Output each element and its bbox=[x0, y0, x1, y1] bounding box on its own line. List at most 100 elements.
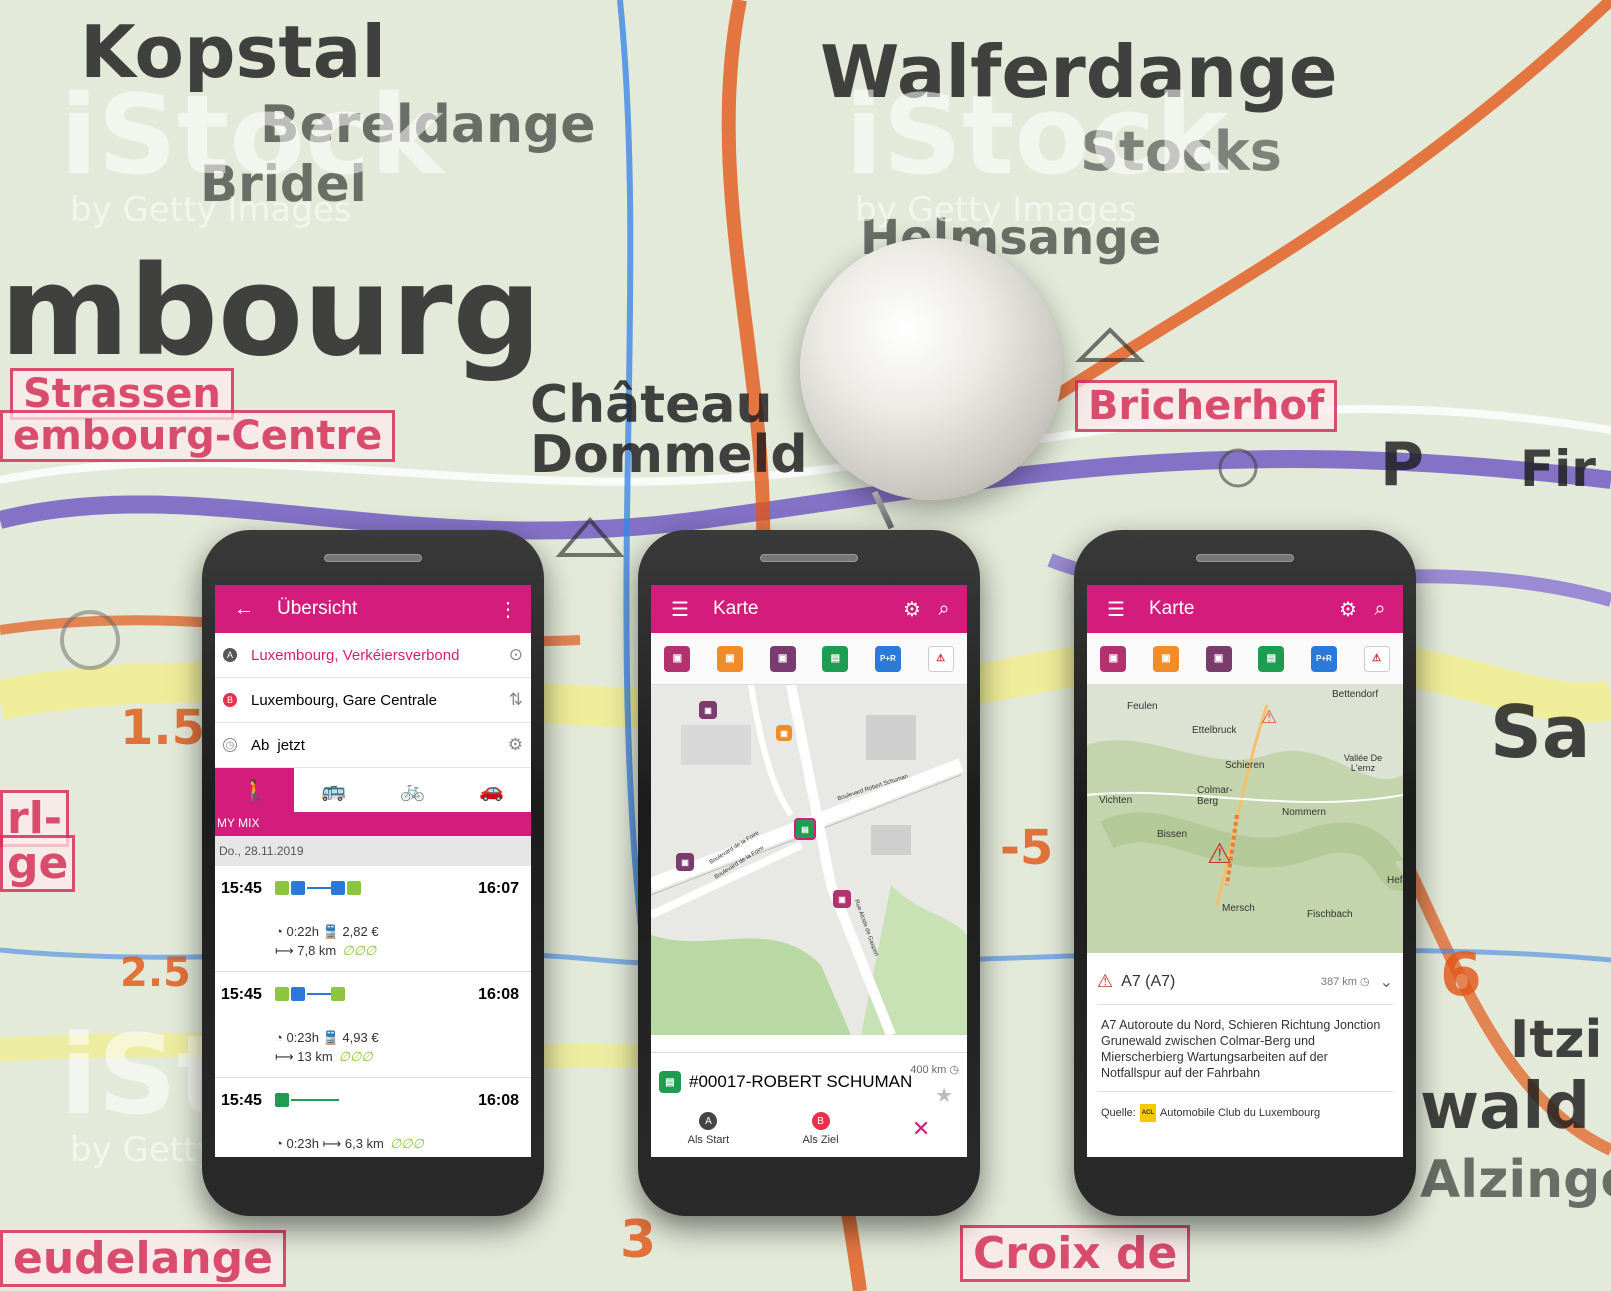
to-field[interactable]: B Luxembourg, Gare Centrale ⇅ bbox=[215, 678, 531, 723]
mix-label: MY MIX bbox=[215, 812, 531, 836]
walk-icon bbox=[347, 881, 361, 895]
from-value: Luxembourg, Verkéiersverbond bbox=[251, 646, 460, 664]
map-label-fin: Fir bbox=[1520, 440, 1596, 498]
trip-row[interactable]: 15:45 16:08 ◔ 0:23h 🚆 4,93 € ⟼ 13 km ∅∅∅ bbox=[215, 972, 531, 1078]
tab-car-icon[interactable]: 🚗 bbox=[452, 768, 531, 812]
acl-logo: ACL bbox=[1139, 1104, 1156, 1122]
tab-bike-icon[interactable]: 🚲 bbox=[373, 768, 452, 812]
roadwork-marker-icon[interactable]: ⚠ bbox=[1207, 837, 1232, 870]
app-bar: ← Übersicht ⋮ bbox=[215, 585, 531, 633]
map-label-leudelange: eudelange bbox=[0, 1230, 286, 1287]
more-vert-icon[interactable]: ⋮ bbox=[495, 597, 521, 622]
trip-arrival: 16:08 bbox=[478, 986, 519, 1003]
place-label: Fischbach bbox=[1307, 909, 1353, 920]
alert-description: A7 Autoroute du Nord, Schieren Richtung … bbox=[1097, 1005, 1393, 1092]
bus-filter-icon[interactable]: ▣ bbox=[1152, 645, 1179, 672]
trip-departure: 15:45 bbox=[221, 986, 262, 1003]
point-a-icon: A bbox=[699, 1112, 718, 1130]
map-view[interactable]: Feulen Ettelbruck Bettendorf Schieren Va… bbox=[1087, 685, 1403, 953]
from-field[interactable]: A Luxembourg, Verkéiersverbond ⊙ bbox=[215, 633, 531, 678]
map-label-mbourg: mbourg bbox=[0, 240, 542, 384]
place-label: Vallée De L'ernz bbox=[1343, 753, 1383, 773]
menu-icon[interactable]: ☰ bbox=[667, 597, 693, 622]
warning-icon: ⚠ bbox=[1097, 971, 1114, 991]
bike-share-filter-icon[interactable]: ▤ bbox=[1258, 645, 1285, 672]
bike-station-icon: ▤ bbox=[659, 1071, 681, 1093]
page-title: Übersicht bbox=[277, 598, 358, 619]
traffic-alert-panel: ⚠ A7 (A7) 387 km ◷ ⌄ A7 Autoroute du Nor… bbox=[1087, 953, 1403, 1144]
locate-icon[interactable]: ⊙ bbox=[509, 645, 523, 665]
park-ride-filter-icon[interactable]: P+R bbox=[1310, 645, 1337, 672]
phone-screen: ☰ Karte ⚙ ⌕ ▣ ▣ ▣ ▤ P+R ⚠ Feulen Ettelbr… bbox=[1087, 585, 1403, 1157]
trip-row[interactable]: 15:45 16:08 ◔ 0:23h ⟼ 6,3 km ∅∅∅ bbox=[215, 1078, 531, 1157]
tab-bus-icon[interactable]: 🚌 bbox=[294, 768, 373, 812]
page-title: Karte bbox=[713, 598, 759, 619]
trip-date: Do., 28.11.2019 bbox=[215, 836, 531, 866]
point-a-icon: A bbox=[223, 648, 237, 662]
roadwork-marker-icon[interactable]: ⚠ bbox=[1261, 707, 1277, 728]
set-start-button[interactable]: A Als Start bbox=[687, 1112, 730, 1146]
regional-bus-stop-icon[interactable]: ▣ bbox=[699, 701, 717, 719]
tab-walk-icon[interactable]: 🚶 bbox=[215, 768, 294, 812]
card-actions: A Als Start B Als Ziel ✕ bbox=[651, 1107, 967, 1151]
search-icon[interactable]: ⌕ bbox=[1367, 598, 1393, 621]
place-label: Vichten bbox=[1099, 795, 1133, 806]
bus-stop-icon[interactable]: ▣ bbox=[776, 725, 792, 741]
walk-icon bbox=[331, 987, 345, 1001]
set-end-button[interactable]: B Als Ziel bbox=[803, 1112, 839, 1146]
set-start-label: Als Start bbox=[687, 1134, 730, 1146]
map-number-5: -5 bbox=[1000, 820, 1054, 876]
source-prefix: Quelle: bbox=[1101, 1107, 1136, 1119]
trip-departure: 15:45 bbox=[221, 880, 262, 897]
clock-icon: ◷ bbox=[223, 738, 237, 752]
to-value: Luxembourg, Gare Centrale bbox=[251, 691, 437, 709]
tram-stop-icon[interactable]: ▣ bbox=[833, 890, 851, 908]
app-bar: ☰ Karte ⚙ ⌕ bbox=[1087, 585, 1403, 633]
map-label-bricherhof: Bricherhof bbox=[1075, 380, 1338, 432]
traffic-warning-filter-icon[interactable]: ⚠ bbox=[1363, 645, 1390, 672]
trip-row[interactable]: 15:45 16:07 ◔ 0:22h 🚆 2,82 € ⟼ 7,8 km ∅∅∅ bbox=[215, 866, 531, 972]
time-field[interactable]: ◷ Ab jetzt ⚙ bbox=[215, 723, 531, 768]
map-label-waldhof: wald bbox=[1420, 1070, 1591, 1144]
menu-icon[interactable]: ☰ bbox=[1103, 597, 1129, 622]
map-number-2-5: 2.5 bbox=[120, 950, 191, 996]
source-name: Automobile Club du Luxembourg bbox=[1159, 1107, 1321, 1119]
regional-bus-filter-icon[interactable]: ▣ bbox=[769, 645, 796, 672]
map-label-itzig: Itzi bbox=[1510, 1010, 1603, 1070]
place-label: Schieren bbox=[1225, 760, 1265, 771]
regional-bus-stop-icon[interactable]: ▣ bbox=[676, 853, 694, 871]
tram-filter-icon[interactable]: ▣ bbox=[1100, 645, 1127, 672]
trip-arrival: 16:07 bbox=[478, 880, 519, 897]
map-label-alzingen: Alzinge bbox=[1420, 1150, 1611, 1210]
arrow-left-icon[interactable]: ← bbox=[231, 598, 257, 621]
trip-segments bbox=[275, 987, 347, 1001]
selected-bike-station-icon[interactable]: ▤ bbox=[794, 818, 816, 840]
regional-bus-filter-icon[interactable]: ▣ bbox=[1205, 645, 1232, 672]
swap-icon[interactable]: ⇅ bbox=[509, 690, 523, 710]
gear-icon[interactable]: ⚙ bbox=[899, 597, 925, 622]
tram-filter-icon[interactable]: ▣ bbox=[664, 645, 691, 672]
watermark: iStockby Getty Images bbox=[845, 71, 1229, 230]
map-label-dommeldange: Dommeld bbox=[530, 425, 808, 485]
chevron-down-icon[interactable]: ⌄ bbox=[1380, 972, 1393, 992]
alert-header[interactable]: ⚠ A7 (A7) 387 km ◷ ⌄ bbox=[1097, 963, 1393, 1005]
phone-screen: ☰ Karte ⚙ ⌕ ▣ ▣ ▣ ▤ P+R ⚠ Boulevard Robe… bbox=[651, 585, 967, 1157]
search-icon[interactable]: ⌕ bbox=[931, 598, 957, 621]
park-ride-filter-icon[interactable]: P+R bbox=[874, 645, 901, 672]
traffic-warning-filter-icon[interactable]: ⚠ bbox=[927, 645, 954, 672]
bus-filter-icon[interactable]: ▣ bbox=[716, 645, 743, 672]
place-label: Nommern bbox=[1282, 807, 1326, 818]
walk-icon bbox=[275, 987, 289, 1001]
mode-tabs: 🚶 🚌 🚲 🚗 bbox=[215, 768, 531, 812]
favorite-star-icon[interactable]: ★ bbox=[935, 1083, 953, 1108]
time-value: jetzt bbox=[277, 736, 305, 754]
map-view[interactable]: Boulevard Robert Schuman Boulevard de la… bbox=[651, 685, 967, 1035]
trip-info: ◔ 0:23h 🚆 4,93 € ⟼ 13 km ∅∅∅ bbox=[275, 1030, 379, 1064]
bike-share-filter-icon[interactable]: ▤ bbox=[822, 645, 849, 672]
close-icon[interactable]: ✕ bbox=[912, 1116, 930, 1142]
place-label: Hef bbox=[1387, 875, 1403, 886]
gear-icon[interactable]: ⚙ bbox=[508, 735, 523, 755]
place-label: Colmar-Berg bbox=[1197, 785, 1233, 807]
map-label-p: P bbox=[1380, 430, 1424, 500]
gear-icon[interactable]: ⚙ bbox=[1335, 597, 1361, 622]
